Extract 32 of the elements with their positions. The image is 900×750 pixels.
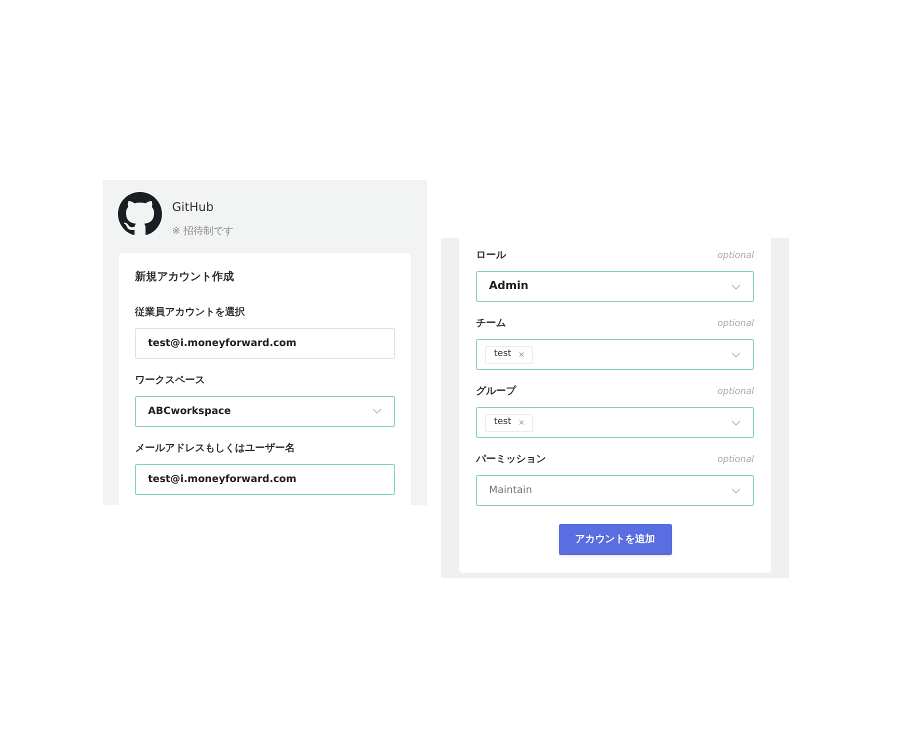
field-label: ロール	[476, 249, 506, 263]
optional-hint: optional	[718, 454, 754, 466]
field-label: グループ	[476, 384, 516, 399]
remove-icon[interactable]	[519, 352, 524, 357]
field-label: チーム	[476, 317, 506, 331]
field-label: 従業員アカウントを選択	[135, 306, 245, 320]
octocat-icon	[118, 192, 162, 236]
tag-select-field[interactable]: test	[476, 407, 754, 438]
remove-icon[interactable]	[519, 420, 524, 425]
chevron-down-icon	[731, 488, 741, 494]
card-title: 新規アカウント作成	[135, 269, 235, 285]
field-label: パーミッション	[476, 453, 546, 467]
input-field[interactable]: test@i.moneyforward.com	[135, 328, 395, 358]
tag-chip[interactable]: test	[485, 414, 534, 432]
select-field[interactable]: Maintain	[476, 475, 754, 506]
field-label: ワークスペース	[135, 374, 205, 388]
tag-chip[interactable]: test	[485, 346, 534, 364]
optional-hint: optional	[718, 318, 754, 330]
app-name: GitHub	[172, 199, 215, 216]
chevron-down-icon	[731, 420, 741, 426]
chevron-down-icon	[731, 284, 741, 290]
app-note: ※ 招待制です	[172, 224, 234, 239]
chevron-down-icon	[731, 352, 741, 358]
add-account-button[interactable]: アカウントを追加	[558, 524, 672, 555]
tag-select-field[interactable]: test	[476, 339, 754, 370]
field-label: メールアドレスもしくはユーザー名	[135, 442, 295, 456]
input-field[interactable]: test@i.moneyforward.com	[135, 464, 395, 494]
select-field[interactable]: ABCworkspace	[135, 396, 395, 426]
chevron-down-icon	[372, 408, 382, 414]
optional-hint: optional	[718, 250, 754, 262]
optional-hint: optional	[718, 386, 754, 398]
select-field[interactable]: Admin	[476, 271, 754, 302]
